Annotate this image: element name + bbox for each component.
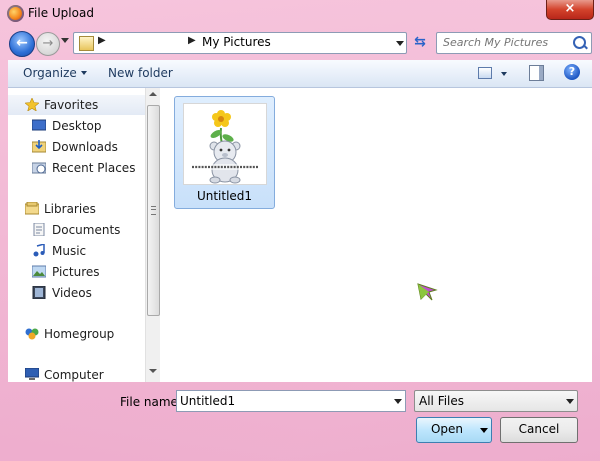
nav-item-label: Computer xyxy=(44,368,104,382)
nav-item-computer[interactable]: Computer xyxy=(8,365,145,382)
open-options-dropdown[interactable] xyxy=(477,417,492,443)
nav-item-homegroup[interactable]: Homegroup xyxy=(8,324,145,344)
computer-icon xyxy=(25,368,39,380)
scroll-up-icon[interactable] xyxy=(149,92,157,96)
search-box[interactable] xyxy=(436,32,592,54)
change-view-icon[interactable] xyxy=(478,67,492,79)
nav-item-label: Desktop xyxy=(52,119,102,133)
nav-item-downloads[interactable]: Downloads xyxy=(8,137,145,157)
documents-icon xyxy=(33,223,45,236)
nav-item-recent-places[interactable]: Recent Places xyxy=(8,158,145,178)
help-icon[interactable]: ? xyxy=(564,64,580,80)
mouse-cursor-icon xyxy=(417,283,438,301)
downloads-icon xyxy=(32,140,46,153)
file-type-select[interactable]: All Files xyxy=(414,390,578,412)
image-thumbnail xyxy=(183,103,267,185)
dialog-window: File Upload × ← → ▶ ▶ My Pictures ⇆ Orga… xyxy=(0,0,600,461)
file-item[interactable]: Untitled1 xyxy=(174,96,275,209)
recent-locations-dropdown[interactable] xyxy=(61,38,69,43)
breadcrumb-separator[interactable]: ▶ xyxy=(188,35,196,46)
nav-item-label: Favorites xyxy=(44,98,99,112)
grip-icon xyxy=(151,206,156,215)
nav-item-label: Videos xyxy=(52,286,92,300)
preview-pane-icon[interactable] xyxy=(529,65,544,81)
chevron-down-icon[interactable] xyxy=(566,399,574,404)
pictures-icon xyxy=(32,265,46,278)
organize-menu[interactable]: Organize xyxy=(23,66,87,80)
open-button[interactable]: Open xyxy=(416,417,478,443)
new-folder-button[interactable]: New folder xyxy=(108,66,173,80)
navigation-pane: Favorites Desktop Downloads Recent Place… xyxy=(8,88,145,382)
close-button[interactable]: × xyxy=(546,0,594,20)
teddy-bear-with-flower-image xyxy=(184,104,266,184)
homegroup-icon xyxy=(25,328,39,340)
file-name-combobox[interactable]: Untitled1 xyxy=(176,390,406,412)
back-button[interactable]: ← xyxy=(9,31,35,57)
forward-button[interactable]: → xyxy=(36,32,60,56)
nav-item-label: Documents xyxy=(52,223,121,237)
scroll-down-icon[interactable] xyxy=(149,369,157,373)
nav-item-label: Music xyxy=(52,244,87,258)
desktop-icon xyxy=(32,119,46,131)
libraries-icon xyxy=(25,202,39,215)
videos-icon xyxy=(32,286,46,299)
file-name-label: File name: xyxy=(120,395,182,409)
nav-item-favorites[interactable]: Favorites xyxy=(8,95,145,115)
nav-item-label: Homegroup xyxy=(44,327,115,341)
refresh-button[interactable]: ⇆ xyxy=(410,32,430,52)
search-icon[interactable] xyxy=(573,36,586,49)
nav-item-desktop[interactable]: Desktop xyxy=(8,116,145,136)
breadcrumb-separator[interactable]: ▶ xyxy=(98,35,106,46)
recent-places-icon xyxy=(32,162,46,174)
views-dropdown-icon[interactable] xyxy=(501,72,507,76)
chevron-down-icon[interactable] xyxy=(394,399,402,404)
title-bar: File Upload × xyxy=(0,0,600,28)
nav-item-pictures[interactable]: Pictures xyxy=(8,262,145,282)
folder-icon xyxy=(79,36,94,51)
breadcrumb-current[interactable]: My Pictures xyxy=(202,35,271,49)
address-bar[interactable]: ▶ ▶ My Pictures xyxy=(73,32,407,54)
nav-item-documents[interactable]: Documents xyxy=(8,220,145,240)
file-name-value[interactable]: Untitled1 xyxy=(180,394,235,408)
window-title: File Upload xyxy=(28,6,94,20)
command-toolbar: Organize New folder ? xyxy=(8,60,592,88)
nav-item-label: Recent Places xyxy=(52,161,136,175)
nav-item-label: Downloads xyxy=(52,140,118,154)
firefox-icon xyxy=(7,5,24,22)
nav-item-libraries[interactable]: Libraries xyxy=(8,199,145,219)
chevron-down-icon xyxy=(80,71,87,75)
nav-item-label: Pictures xyxy=(52,265,100,279)
organize-label: Organize xyxy=(23,66,77,80)
nav-item-videos[interactable]: Videos xyxy=(8,283,145,303)
search-input[interactable] xyxy=(443,34,563,51)
star-icon xyxy=(25,98,39,111)
cancel-button[interactable]: Cancel xyxy=(500,417,578,443)
address-dropdown-icon[interactable] xyxy=(396,41,404,46)
nav-scrollbar[interactable] xyxy=(145,88,160,382)
file-name-label: Untitled1 xyxy=(196,189,253,203)
content-area: Favorites Desktop Downloads Recent Place… xyxy=(8,88,592,382)
nav-item-label: Libraries xyxy=(44,202,96,216)
nav-item-music[interactable]: Music xyxy=(8,241,145,261)
file-type-value: All Files xyxy=(419,394,465,408)
scroll-thumb[interactable] xyxy=(147,105,160,316)
file-list: Untitled1 xyxy=(160,88,592,382)
music-icon xyxy=(33,244,45,257)
